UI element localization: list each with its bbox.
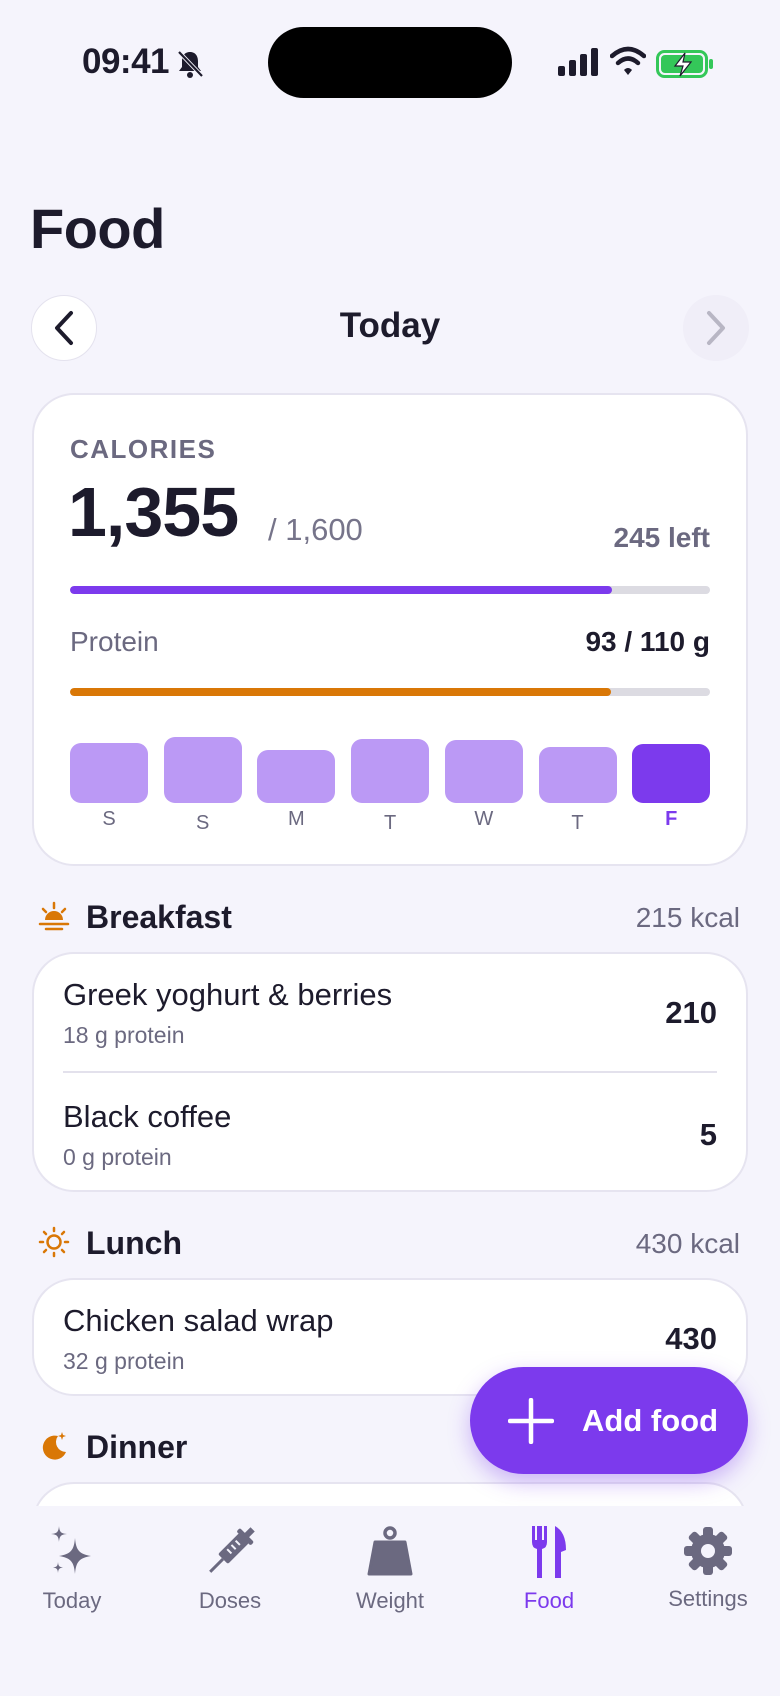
week-day-label: T — [571, 812, 584, 834]
calories-target: / 1,600 — [268, 512, 363, 547]
week-day-label: W — [474, 808, 494, 830]
page-title: Food — [30, 197, 165, 260]
cellular-signal-icon — [558, 48, 598, 76]
dinner-title: Dinner — [86, 1429, 188, 1465]
food-item-name: Black coffee — [63, 1099, 232, 1134]
week-day-bar[interactable] — [538, 747, 617, 803]
next-day-button[interactable] — [683, 295, 749, 361]
food-item-name: Greek yoghurt & berries — [63, 977, 393, 1012]
tab-weight-label: Weight — [355, 1588, 425, 1613]
tab-settings-label: Settings — [668, 1586, 748, 1611]
sunrise-icon — [38, 901, 70, 931]
week-day-bar[interactable] — [163, 737, 242, 803]
food-item-kcal: 5 — [699, 1117, 717, 1152]
previous-day-button[interactable] — [31, 295, 97, 361]
plus-icon — [508, 1397, 554, 1444]
week-day-label: M — [288, 808, 305, 830]
week-day-bar[interactable] — [444, 740, 523, 803]
gear-icon — [684, 1527, 732, 1575]
food-item-protein: 18 g protein — [63, 1022, 185, 1048]
fork-knife-icon — [532, 1526, 566, 1578]
week-day-label: S — [196, 812, 210, 834]
protein-progress-fill — [70, 688, 611, 696]
food-item-name: Chicken salad wrap — [63, 1303, 334, 1338]
chevron-left-icon — [55, 311, 73, 345]
food-item-protein: 0 g protein — [63, 1144, 172, 1170]
week-day-bar[interactable] — [351, 738, 430, 803]
dynamic-island — [268, 27, 512, 98]
calorie-progress-bar — [70, 586, 710, 594]
food-item-kcal: 210 — [665, 995, 717, 1030]
breakfast-title: Breakfast — [86, 899, 232, 935]
current-day-label: Today — [339, 306, 441, 345]
sparkles-icon — [51, 1526, 91, 1574]
tab-settings[interactable]: Settings — [638, 1524, 778, 1612]
week-day-label: T — [383, 812, 397, 834]
calories-kicker: CALORIES — [70, 434, 217, 464]
week-day-bar[interactable] — [257, 749, 336, 803]
week-day-bar[interactable] — [632, 743, 711, 803]
weight-icon — [367, 1526, 413, 1576]
tab-doses[interactable]: Doses — [160, 1524, 300, 1614]
week-day-label: S — [102, 808, 116, 830]
calorie-progress-fill — [70, 586, 613, 594]
calories-consumed: 1,355 — [68, 473, 239, 551]
protein-progress-bar — [70, 688, 710, 696]
add-food-label: Add food — [582, 1402, 719, 1438]
bell-muted-icon — [177, 50, 204, 78]
battery-charging-icon — [656, 50, 713, 78]
food-item-kcal: 430 — [665, 1321, 717, 1356]
add-food-button[interactable]: Add food — [470, 1367, 748, 1474]
tab-today-label: Today — [42, 1588, 102, 1613]
sun-icon — [38, 1226, 70, 1258]
chevron-right-icon — [707, 311, 725, 345]
moon-stars-icon — [42, 1432, 66, 1460]
status-time: 09:41 — [82, 42, 170, 81]
lunch-kcal: 430 kcal — [635, 1228, 740, 1259]
tab-food[interactable]: Food — [479, 1524, 619, 1614]
tab-food-label: Food — [523, 1588, 575, 1613]
calories-remaining: 245 left — [613, 522, 711, 553]
breakfast-kcal: 215 kcal — [635, 902, 740, 933]
tab-today[interactable]: Today — [2, 1524, 142, 1614]
week-day-label: F — [665, 808, 678, 830]
tab-doses-label: Doses — [198, 1588, 262, 1613]
protein-label: Protein — [70, 626, 159, 657]
wifi-icon — [610, 46, 646, 75]
syringe-icon — [209, 1527, 255, 1573]
protein-value: 93 / 110 g — [585, 626, 710, 657]
food-item-protein: 32 g protein — [63, 1348, 185, 1374]
lunch-title: Lunch — [86, 1225, 182, 1261]
tab-weight[interactable]: Weight — [320, 1524, 460, 1614]
week-day-bar[interactable] — [70, 742, 148, 803]
